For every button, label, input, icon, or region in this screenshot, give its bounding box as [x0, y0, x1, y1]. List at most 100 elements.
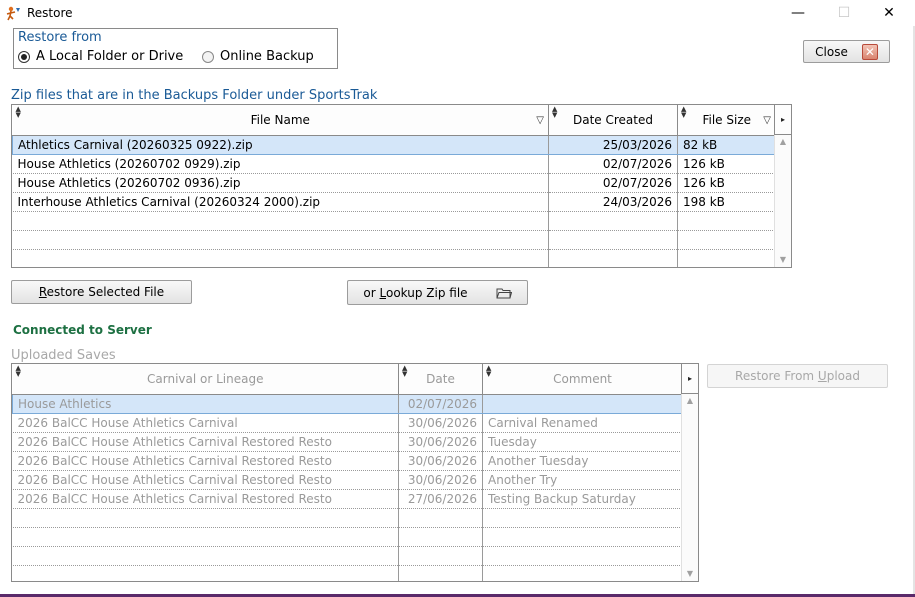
date-created-cell[interactable]: 24/03/2026	[548, 192, 678, 212]
column-header-file-size[interactable]: ▲ ▼ File Size ▽	[677, 105, 776, 136]
sort-icon[interactable]: ▲ ▼	[16, 106, 21, 119]
restore-from-label: Restore from	[18, 30, 102, 45]
sort-icon[interactable]: ▲ ▼	[486, 365, 491, 378]
radio-local-folder-label: A Local Folder or Drive	[36, 49, 184, 64]
table-row[interactable]: Athletics Carnival (20260325 0922).zip 2…	[12, 134, 776, 155]
file-name-cell[interactable]: House Athletics (20260702 0929).zip	[12, 154, 549, 174]
column-header-file-name[interactable]: ▲ ▼ File Name ▽	[12, 105, 549, 136]
date-created-cell[interactable]: 02/07/2026	[548, 154, 678, 174]
column-header-date[interactable]: ▲ ▼ Date	[398, 364, 483, 395]
column-header-carnival[interactable]: ▲ ▼ Carnival or Lineage	[12, 364, 399, 395]
comment-cell[interactable]: Another Try	[482, 470, 683, 490]
carnival-cell[interactable]: 2026 BalCC House Athletics Carnival Rest…	[12, 470, 399, 490]
date-cell[interactable]: 27/06/2026	[398, 489, 483, 509]
zip-files-grid: ▲ ▼ File Name ▽ ▲ ▼ Date Created ▲ ▼ File S…	[11, 104, 792, 268]
table-row[interactable]: 2026 BalCC House Athletics Carnival 30/0…	[12, 413, 683, 433]
close-button[interactable]: Close ✕	[803, 40, 890, 63]
file-size-cell[interactable]: 82 kB	[677, 134, 776, 155]
window-title: Restore	[27, 6, 73, 20]
carnival-cell[interactable]: 2026 BalCC House Athletics Carnival Rest…	[12, 489, 399, 509]
uploaded-saves-scrollbar[interactable]: ▲ ▼	[681, 394, 698, 581]
column-header-comment[interactable]: ▲ ▼ Comment	[482, 364, 683, 395]
scroll-up-icon[interactable]: ▲	[775, 135, 791, 149]
empty-row	[12, 527, 683, 547]
sort-icon[interactable]: ▲ ▼	[552, 106, 557, 119]
comment-cell[interactable]	[482, 393, 683, 414]
server-status: Connected to Server	[13, 323, 152, 337]
empty-row	[12, 565, 683, 581]
radio-unchecked-icon[interactable]	[202, 50, 214, 63]
file-name-cell[interactable]: Interhouse Athletics Carnival (20260324 …	[12, 192, 549, 212]
column-header-date-created[interactable]: ▲ ▼ Date Created	[548, 105, 678, 136]
sort-icon[interactable]: ▲ ▼	[681, 106, 686, 119]
date-created-cell[interactable]: 25/03/2026	[548, 134, 678, 155]
comment-cell[interactable]: Another Tuesday	[482, 451, 683, 471]
scroll-down-icon[interactable]: ▼	[682, 567, 698, 581]
maximize-icon: ☐	[837, 5, 851, 21]
table-row[interactable]: 2026 BalCC House Athletics Carnival Rest…	[12, 451, 683, 471]
date-cell[interactable]: 30/06/2026	[398, 413, 483, 433]
table-row[interactable]: 2026 BalCC House Athletics Carnival Rest…	[12, 432, 683, 452]
empty-row	[12, 230, 776, 250]
column-chooser-icon[interactable]: ▸	[774, 105, 791, 135]
carnival-cell[interactable]: 2026 BalCC House Athletics Carnival	[12, 413, 399, 433]
date-cell[interactable]: 30/06/2026	[398, 470, 483, 490]
carnival-cell[interactable]: House Athletics	[12, 393, 399, 414]
date-cell[interactable]: 30/06/2026	[398, 451, 483, 471]
file-name-cell[interactable]: House Athletics (20260702 0936).zip	[12, 173, 549, 193]
close-icon: ✕	[883, 5, 895, 21]
filter-icon[interactable]: ▽	[536, 115, 544, 126]
filter-icon[interactable]: ▽	[763, 115, 771, 126]
close-button-label: Close	[815, 44, 848, 59]
restore-from-group: Restore from A Local Folder or Drive Onl…	[13, 28, 338, 69]
zip-files-scrollbar[interactable]: ▲ ▼	[774, 135, 791, 267]
restore-selected-file-button[interactable]: Restore Selected File	[11, 280, 192, 304]
uploaded-saves-label: Uploaded Saves	[11, 348, 116, 363]
scroll-down-icon[interactable]: ▼	[775, 253, 791, 267]
window-close-button[interactable]: ✕	[866, 0, 912, 26]
sort-icon[interactable]: ▲ ▼	[16, 365, 21, 378]
maximize-button[interactable]: ☐	[821, 0, 867, 26]
restore-from-upload-button[interactable]: Restore From Upload	[707, 364, 888, 388]
radio-online-backup-label: Online Backup	[220, 49, 314, 64]
radio-local-folder[interactable]: A Local Folder or Drive	[18, 49, 183, 64]
carnival-cell[interactable]: 2026 BalCC House Athletics Carnival Rest…	[12, 451, 399, 471]
column-chooser-icon[interactable]: ▸	[681, 364, 698, 394]
app-icon	[6, 6, 20, 21]
table-row[interactable]: House Athletics (20260702 0929).zip 02/0…	[12, 154, 776, 174]
title-bar: Restore — ☐ ✕	[0, 0, 915, 26]
empty-row	[12, 546, 683, 566]
empty-row	[12, 211, 776, 231]
date-created-cell[interactable]: 02/07/2026	[548, 173, 678, 193]
restore-from-upload-label: Restore From Upload	[735, 369, 860, 383]
uploaded-saves-grid: ▲ ▼ Carnival or Lineage ▲ ▼ Date ▲ ▼ Commen…	[11, 363, 699, 582]
restore-selected-file-label: Restore Selected File	[38, 285, 165, 299]
table-row[interactable]: Interhouse Athletics Carnival (20260324 …	[12, 192, 776, 212]
lookup-zip-file-button[interactable]: or Lookup Zip file	[347, 280, 528, 305]
close-x-icon: ✕	[861, 43, 878, 60]
zip-files-table: ▲ ▼ File Name ▽ ▲ ▼ Date Created ▲ ▼ File S…	[12, 105, 776, 267]
radio-checked-icon[interactable]	[18, 50, 30, 63]
comment-cell[interactable]: Tuesday	[482, 432, 683, 452]
table-row[interactable]: 2026 BalCC House Athletics Carnival Rest…	[12, 470, 683, 490]
comment-cell[interactable]: Testing Backup Saturday	[482, 489, 683, 509]
comment-cell[interactable]: Carnival Renamed	[482, 413, 683, 433]
scroll-up-icon[interactable]: ▲	[682, 394, 698, 408]
empty-row	[12, 249, 776, 267]
minimize-button[interactable]: —	[775, 0, 821, 26]
table-row[interactable]: House Athletics (20260702 0936).zip 02/0…	[12, 173, 776, 193]
folder-open-icon	[496, 288, 512, 298]
date-cell[interactable]: 30/06/2026	[398, 432, 483, 452]
radio-online-backup[interactable]: Online Backup	[202, 49, 314, 64]
file-size-cell[interactable]: 126 kB	[677, 173, 776, 193]
file-name-cell[interactable]: Athletics Carnival (20260325 0922).zip	[12, 134, 549, 155]
sort-icon[interactable]: ▲ ▼	[402, 365, 407, 378]
table-row[interactable]: House Athletics 02/07/2026	[12, 393, 683, 414]
carnival-cell[interactable]: 2026 BalCC House Athletics Carnival Rest…	[12, 432, 399, 452]
table-row[interactable]: 2026 BalCC House Athletics Carnival Rest…	[12, 489, 683, 509]
date-cell[interactable]: 02/07/2026	[398, 393, 483, 414]
file-size-cell[interactable]: 198 kB	[677, 192, 776, 212]
minimize-icon: —	[791, 5, 805, 21]
file-size-cell[interactable]: 126 kB	[677, 154, 776, 174]
backups-folder-label: Zip files that are in the Backups Folder…	[11, 88, 378, 103]
